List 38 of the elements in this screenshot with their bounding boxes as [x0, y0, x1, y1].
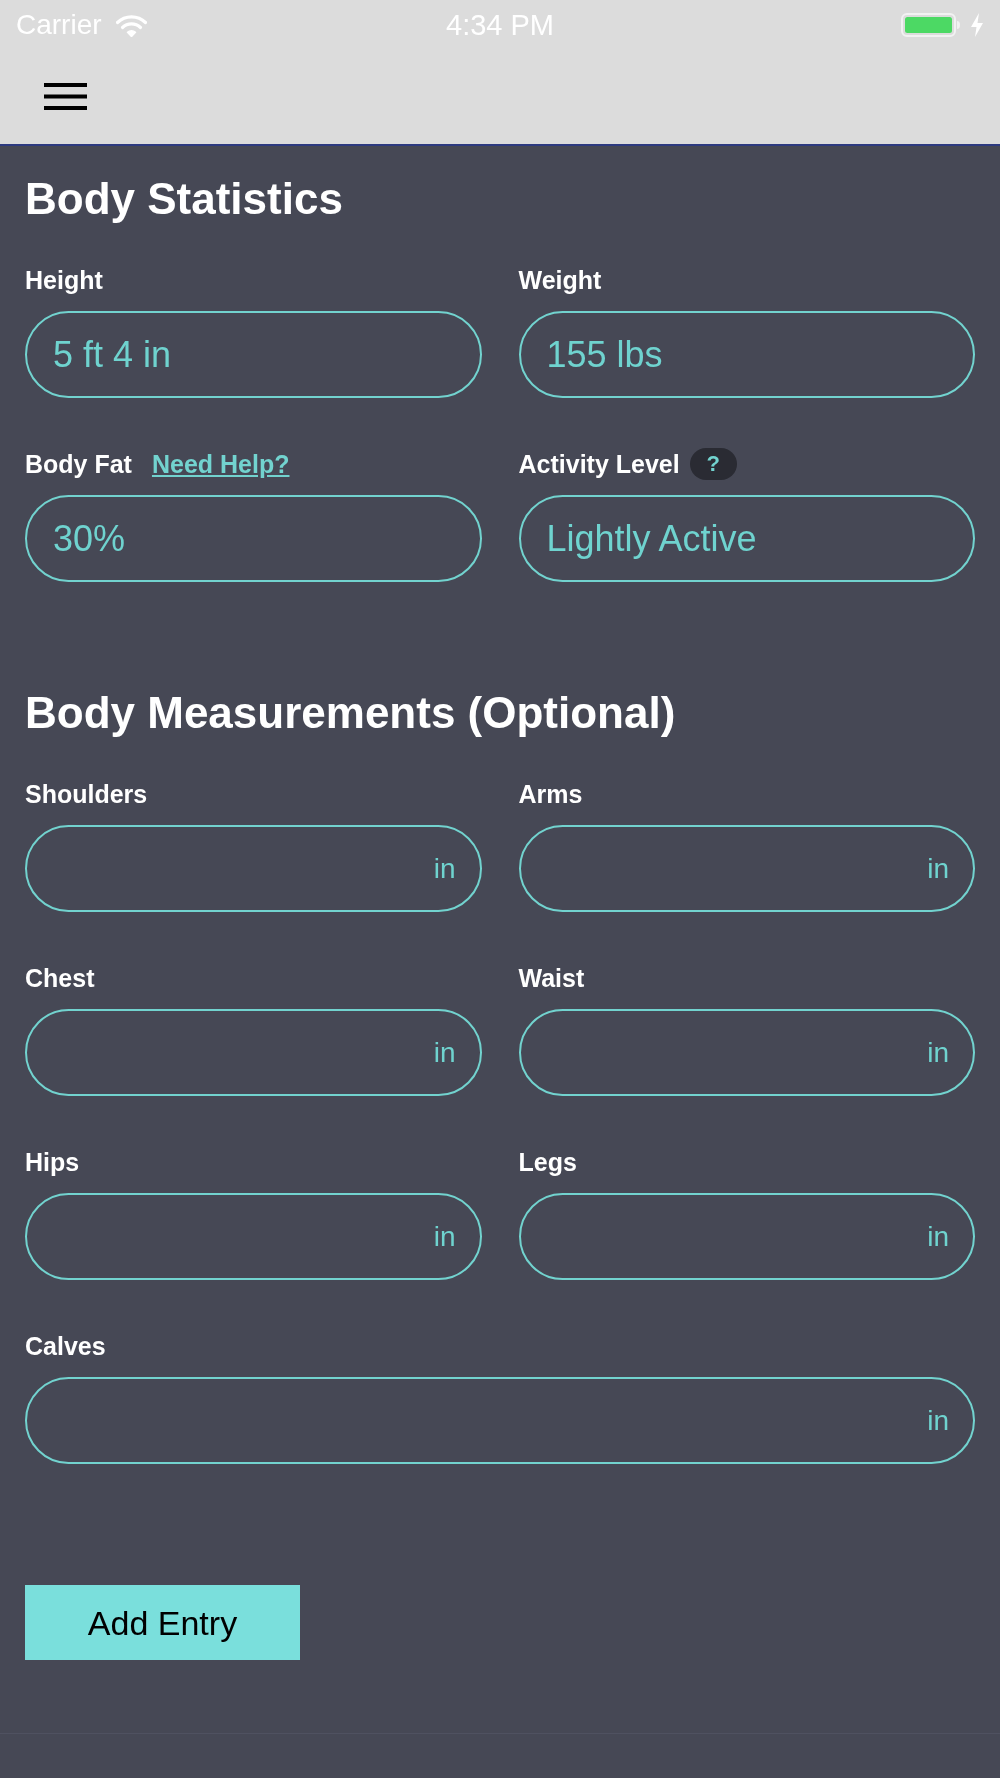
input-field[interactable]: in: [518, 825, 975, 912]
menu-icon[interactable]: [44, 82, 87, 110]
unit-label: in: [927, 1222, 949, 1251]
input-field[interactable]: in: [25, 825, 482, 912]
field-label: Body Fat: [25, 450, 132, 478]
input-field[interactable]: in: [25, 1009, 482, 1096]
input-field[interactable]: 5 ft 4 in: [25, 311, 482, 398]
field-label: Waist: [518, 964, 585, 992]
wifi-icon: [115, 13, 147, 37]
section-title: Body Measurements (Optional): [25, 689, 677, 737]
field-label: Weight: [518, 266, 602, 294]
unit-label: in: [927, 854, 949, 883]
battery-icon: [901, 13, 961, 37]
unit-label: in: [433, 1222, 456, 1251]
field-label: Calves: [25, 1332, 106, 1360]
input-field[interactable]: in: [25, 1377, 975, 1464]
field-label: Legs: [518, 1148, 577, 1176]
input-field[interactable]: 30%: [25, 495, 482, 582]
unit-label: in: [433, 1038, 456, 1067]
section-title: Body Statistics: [25, 175, 344, 223]
field-label: Shoulders: [25, 780, 148, 808]
help-link[interactable]: Need Help?: [151, 450, 290, 478]
field-label: Hips: [25, 1148, 80, 1176]
input-field[interactable]: in: [25, 1193, 482, 1280]
field-label: Activity Level: [518, 450, 680, 478]
add-entry-button[interactable]: Add Entry: [25, 1585, 300, 1660]
input-field[interactable]: in: [518, 1193, 975, 1280]
help-button[interactable]: ?: [689, 448, 737, 480]
field-label: Chest: [25, 964, 95, 992]
input-field[interactable]: 155 lbs: [518, 311, 975, 398]
field-label: Height: [25, 266, 103, 294]
charging-bolt-icon: [970, 13, 984, 37]
unit-label: in: [927, 1038, 949, 1067]
unit-label: in: [433, 854, 456, 883]
input-field[interactable]: in: [518, 1009, 975, 1096]
field-label: Arms: [518, 780, 583, 808]
unit-label: in: [927, 1406, 949, 1435]
input-field[interactable]: Lightly Active: [518, 495, 975, 582]
